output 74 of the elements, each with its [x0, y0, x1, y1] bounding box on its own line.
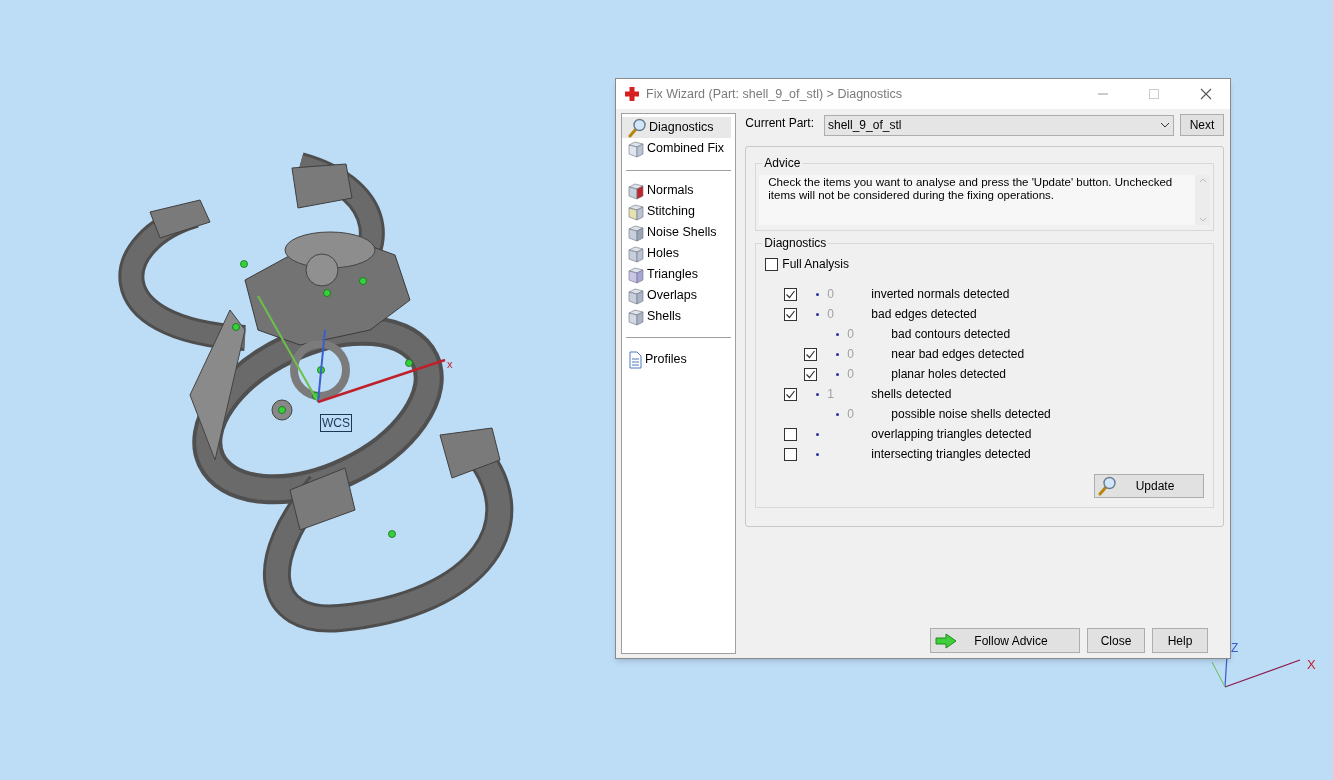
checkbox[interactable]	[804, 367, 818, 381]
cube-icon	[627, 244, 645, 263]
diagnostic-label: planar holes detected	[891, 366, 1007, 383]
magnifier-icon	[627, 117, 647, 138]
count: 0	[847, 346, 854, 363]
cube-icon	[627, 202, 645, 221]
cube-icon	[627, 223, 645, 242]
nav-item[interactable]: Triangles	[622, 264, 732, 285]
checkbox-label: Full Analysis	[782, 256, 849, 273]
bullet-icon	[815, 292, 819, 296]
advice-text: Check the items you want to analyse and press the 'Update' button. Unchecked items will not be considered during the fixing operations.	[767, 175, 1174, 203]
bullet-icon	[815, 452, 819, 456]
cube-icon	[627, 286, 645, 305]
diagnostic-label: intersecting triangles detected	[871, 446, 1031, 463]
follow-advice-button[interactable]: Follow Advice	[930, 628, 1080, 653]
diagnostic-label: possible noise shells detected	[891, 406, 1051, 423]
count: 0	[847, 366, 854, 383]
count: 0	[827, 286, 834, 303]
app-logo-icon	[624, 86, 640, 102]
nav-item[interactable]: Shells	[622, 306, 732, 327]
checkbox[interactable]	[784, 307, 798, 321]
count: 1	[827, 386, 834, 403]
checkbox[interactable]	[784, 387, 798, 401]
axis-label: x	[447, 358, 453, 370]
axis-label: X	[1307, 657, 1316, 672]
diagnostic-label: near bad edges detected	[891, 346, 1025, 363]
diagnostic-label: inverted normals detected	[871, 286, 1010, 303]
bullet-icon	[835, 352, 839, 356]
next-button[interactable]: Next	[1180, 114, 1224, 136]
diagnostic-label: bad edges detected	[871, 306, 977, 323]
count: 0	[847, 406, 854, 423]
part-dropdown[interactable]: shell_9_of_stl	[824, 114, 1174, 136]
cube-icon	[627, 139, 645, 158]
magnifier-icon	[1097, 476, 1117, 496]
cube-icon	[627, 307, 645, 326]
diagnostic-label: bad contours detected	[891, 326, 1011, 343]
group-title: Advice	[762, 156, 803, 170]
checkbox[interactable]	[784, 287, 798, 301]
document-icon	[627, 350, 643, 369]
wcs-label: WCS	[320, 414, 352, 432]
count: 0	[847, 326, 854, 343]
nav-item[interactable]: Holes	[622, 243, 732, 264]
bullet-icon	[835, 372, 839, 376]
diagnostic-label: shells detected	[871, 386, 952, 403]
nav-item[interactable]: Noise Shells	[622, 222, 732, 243]
update-button[interactable]: Update	[1094, 474, 1204, 498]
nav-item[interactable]: Normals	[622, 180, 732, 201]
checkbox[interactable]	[804, 347, 818, 361]
bullet-icon	[815, 312, 819, 316]
chevron-down-icon	[1160, 122, 1170, 128]
checkbox[interactable]	[784, 447, 798, 461]
arrow-right-icon	[935, 632, 957, 649]
cube-icon	[627, 181, 645, 200]
window-title: Fix Wizard (Part: shell_9_of_stl) > Diagnostics	[646, 85, 902, 103]
checkbox[interactable]	[765, 257, 779, 271]
nav-item[interactable]: Overlaps	[622, 285, 732, 306]
cube-icon	[627, 265, 645, 284]
count: 0	[827, 306, 834, 323]
bullet-icon	[835, 332, 839, 336]
nav-item[interactable]: Diagnostics	[622, 117, 732, 138]
nav-item[interactable]: Profiles	[622, 349, 732, 370]
checkbox[interactable]	[784, 427, 798, 441]
axis-label: Z	[1231, 641, 1239, 655]
close-icon[interactable]	[1200, 88, 1212, 100]
bullet-icon	[835, 412, 839, 416]
nav-item[interactable]: Stitching	[622, 201, 732, 222]
current-part-label: Current Part:	[745, 115, 814, 132]
bullet-icon	[815, 392, 819, 396]
diagnostic-label: overlapping triangles detected	[871, 426, 1032, 443]
group-title: Diagnostics	[762, 236, 829, 250]
help-button[interactable]: Help	[1152, 628, 1208, 653]
bullet-icon	[815, 432, 819, 436]
nav-item[interactable]: Combined Fix	[622, 138, 732, 159]
close-button[interactable]: Close	[1087, 628, 1145, 653]
